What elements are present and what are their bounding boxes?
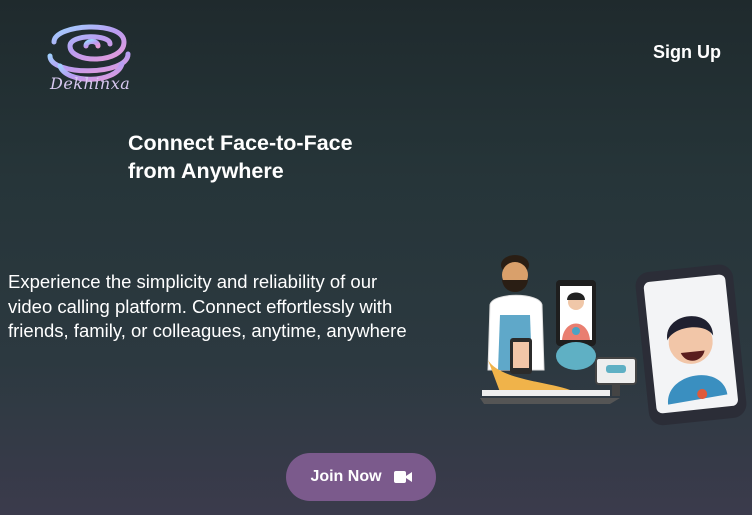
join-now-button[interactable]: Join Now [286, 453, 436, 501]
hero-description: Experience the simplicity and reliabilit… [8, 271, 407, 341]
headline-line-1: Connect Face-to-Face [128, 131, 353, 155]
video-call-illustration [480, 255, 747, 426]
join-now-label: Join Now [310, 468, 382, 485]
headline-line-2: from Anywhere [128, 159, 284, 183]
tablet-video-figure [556, 280, 596, 370]
hero-headline: Connect Face-to-Face from Anywhere [128, 129, 448, 185]
phone-video-figure [635, 264, 747, 426]
brand-name: Dekhinxa [50, 74, 131, 93]
sign-up-link[interactable]: Sign Up [653, 42, 721, 63]
video-camera-icon [393, 471, 412, 483]
